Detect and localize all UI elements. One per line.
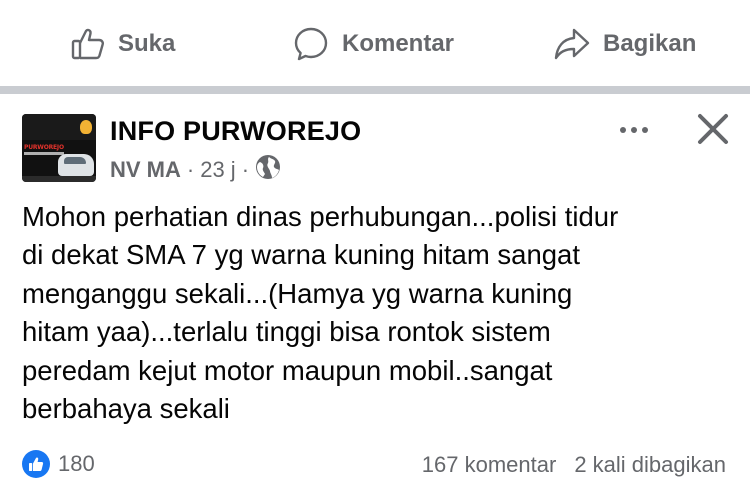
globe-icon — [255, 154, 281, 186]
meta-separator: · — [241, 157, 250, 182]
meta-separator: · — [186, 157, 195, 182]
author-name[interactable]: NV MA — [110, 157, 181, 183]
post-body-text: Mohon perhatian dinas perhubungan...poli… — [22, 201, 619, 425]
post-stats: 167 komentar 2 kali dibagikan — [422, 452, 726, 478]
comment-bubble-icon — [292, 25, 330, 63]
post-meta: NV MA · 23 j · — [110, 154, 281, 186]
reaction-count: 180 — [58, 451, 95, 476]
like-button[interactable]: Suka — [70, 22, 175, 66]
share-count[interactable]: 2 kali dibagikan — [574, 452, 726, 478]
more-dots-icon — [620, 127, 626, 133]
like-label: Suka — [118, 30, 176, 57]
more-options-button[interactable] — [612, 118, 656, 142]
post-action-bar: Suka Komentar Bagikan — [0, 0, 750, 86]
comment-button[interactable]: Komentar — [292, 22, 454, 66]
thumbs-up-icon — [70, 26, 106, 62]
comment-count[interactable]: 167 komentar — [422, 452, 557, 478]
like-reaction-icon — [22, 450, 50, 478]
post-footer: 180 167 komentar 2 kali dibagikan — [0, 446, 750, 486]
post-time[interactable]: 23 j — [200, 157, 235, 183]
comment-label: Komentar — [342, 30, 455, 57]
page-name-link[interactable]: INFO PURWOREJO — [110, 116, 361, 147]
share-label: Bagikan — [603, 30, 697, 57]
close-icon — [698, 114, 728, 144]
reaction-summary[interactable]: 180 — [22, 450, 95, 478]
share-arrow-icon — [553, 26, 591, 62]
close-button[interactable] — [694, 110, 732, 148]
section-divider — [0, 86, 750, 94]
post-header: PURWOREJO INFO PURWOREJO NV MA · 23 j · — [0, 94, 750, 194]
page-avatar[interactable]: PURWOREJO — [22, 114, 96, 182]
share-button[interactable]: Bagikan — [553, 22, 696, 66]
